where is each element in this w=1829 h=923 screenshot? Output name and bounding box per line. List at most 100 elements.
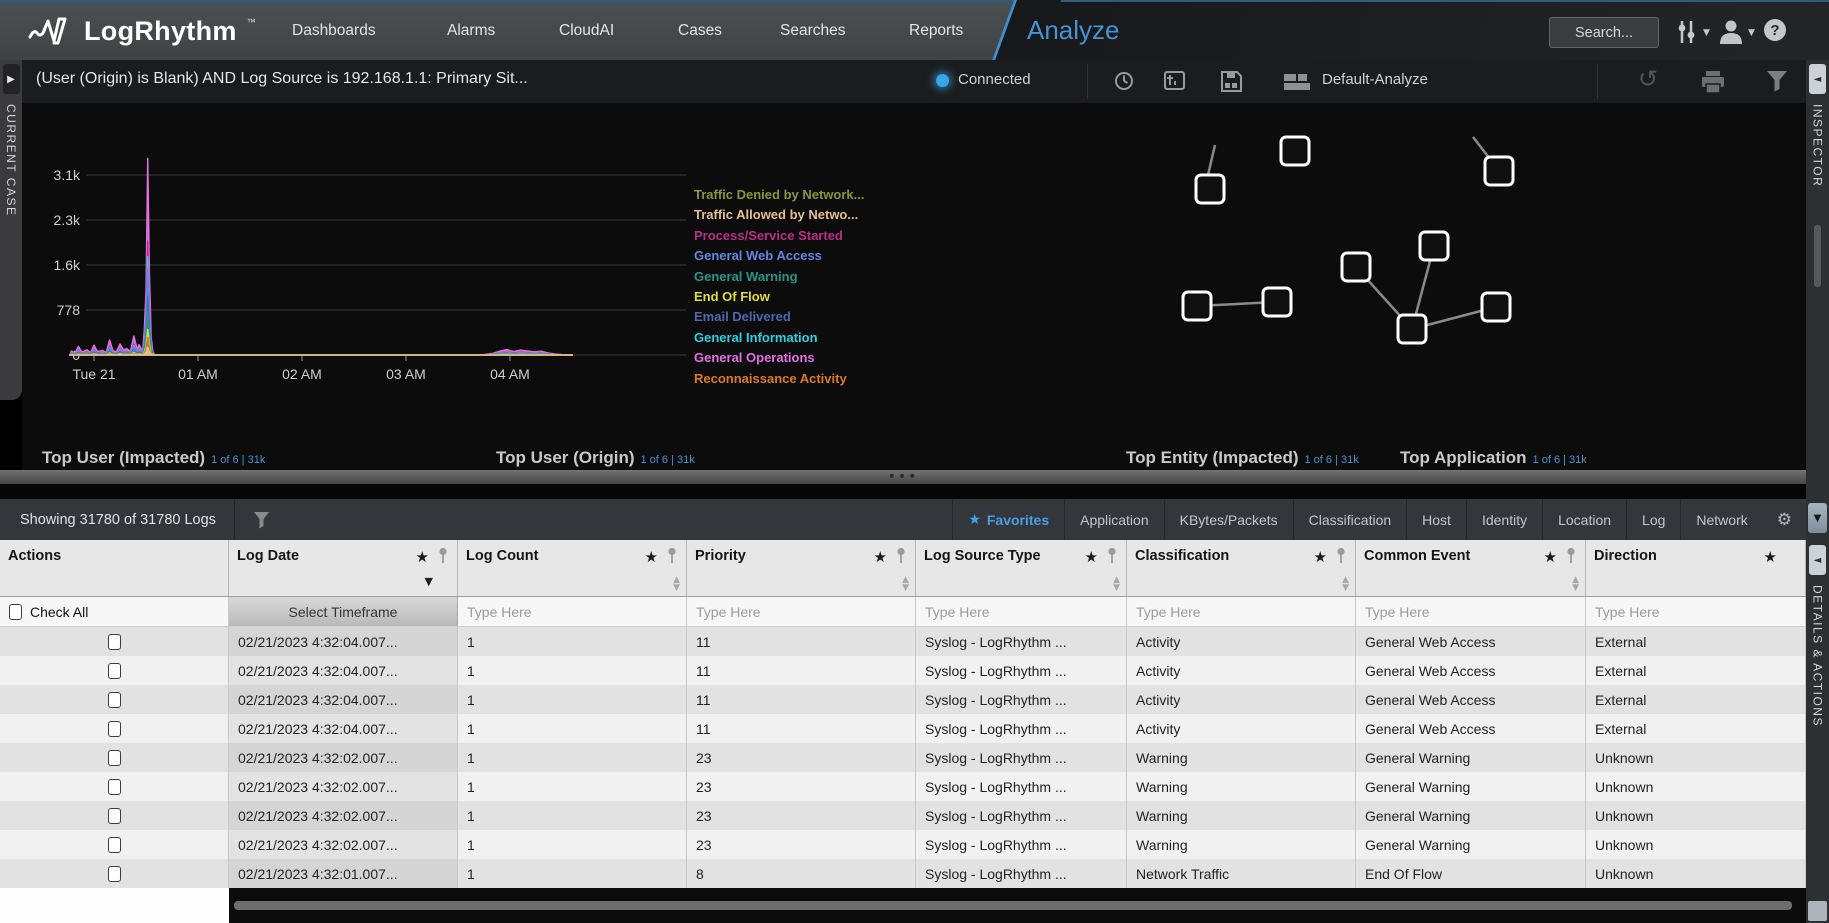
help-icon[interactable]: ? [1764,19,1786,41]
column-filter-input[interactable]: Type Here [458,597,687,626]
save-layout-icon[interactable] [1220,70,1243,98]
row-checkbox[interactable] [108,750,121,766]
nav-item-cloudai[interactable]: CloudAI [559,22,614,40]
time-range-icon[interactable] [1112,69,1136,98]
column-header-log-count[interactable]: Log Count★▲▼ [458,540,687,596]
row-checkbox[interactable] [108,692,121,708]
row-checkbox[interactable] [108,634,121,650]
log-row[interactable]: 02/21/2023 4:32:02.007...123Syslog - Log… [0,743,1806,772]
graph-node[interactable] [1398,315,1426,343]
query-title[interactable]: (User (Origin) is Blank) AND Log Source … [36,70,528,88]
filter-icon[interactable] [1766,70,1788,97]
column-filter-input[interactable]: Type Here [916,597,1127,626]
column-header-log-source-type[interactable]: Log Source Type★▲▼ [916,540,1127,596]
expand-details-button[interactable]: ◄ [1809,545,1826,575]
logrhythm-logo[interactable]: LogRhythm ™ [28,15,256,52]
log-row[interactable]: 02/21/2023 4:32:01.007...18Syslog - LogR… [0,859,1806,888]
column-pin-icon[interactable] [1107,547,1117,569]
filter-settings-icon[interactable] [1676,20,1698,49]
collapse-inspector-button[interactable]: ◄ [1809,64,1826,94]
inspector-label[interactable]: INSPECTOR [1811,104,1825,187]
inspector-scrollbar-thumb[interactable] [1814,225,1821,287]
sort-toggle-icon[interactable]: ▲▼ [902,576,909,592]
nav-item-alarms[interactable]: Alarms [447,22,495,40]
log-row[interactable]: 02/21/2023 4:32:04.007...111Syslog - Log… [0,714,1806,743]
sort-toggle-icon[interactable]: ▲▼ [673,576,680,592]
tab-analyze[interactable]: Analyze [1027,15,1120,46]
column-pin-icon[interactable] [667,547,677,569]
tab-identity[interactable]: Identity [1466,499,1542,540]
tab-favorites[interactable]: ★Favorites [952,499,1064,540]
nav-item-dashboards[interactable]: Dashboards [292,22,376,40]
logs-filter-icon[interactable] [253,511,270,529]
expand-current-case-button[interactable]: ▶ [3,64,20,94]
tab-classification[interactable]: Classification [1293,499,1406,540]
sort-toggle-icon[interactable]: ▲▼ [1572,576,1579,592]
print-icon[interactable] [1700,70,1726,99]
column-header-classification[interactable]: Classification★▲▼ [1127,540,1356,596]
tab-kbytes-packets[interactable]: KBytes/Packets [1164,499,1293,540]
sort-toggle-icon[interactable]: ▲▼ [1113,576,1120,592]
row-checkbox[interactable] [108,808,121,824]
graph-node[interactable] [1263,288,1291,316]
layout-icon[interactable] [1284,74,1312,90]
nav-item-reports[interactable]: Reports [909,22,963,40]
sort-desc-icon[interactable]: ▼ [425,573,433,591]
column-pin-icon[interactable] [1566,547,1576,569]
column-header-actions[interactable]: Actions [0,540,229,596]
column-favorite-star-icon[interactable]: ★ [1764,548,1777,566]
undo-icon[interactable]: ↺ [1638,68,1658,90]
row-checkbox[interactable] [108,779,121,795]
layout-name[interactable]: Default-Analyze [1322,71,1428,88]
column-filter-input[interactable]: Type Here [1127,597,1356,626]
tab-host[interactable]: Host [1406,499,1466,540]
log-row[interactable]: 02/21/2023 4:32:02.007...123Syslog - Log… [0,801,1806,830]
sort-toggle-icon[interactable]: ▲▼ [1342,576,1349,592]
column-favorite-star-icon[interactable]: ★ [1314,548,1327,566]
column-favorite-star-icon[interactable]: ★ [645,548,658,566]
log-row[interactable]: 02/21/2023 4:32:04.007...111Syslog - Log… [0,627,1806,656]
node-link-graph[interactable] [22,103,1806,470]
log-row[interactable]: 02/21/2023 4:32:04.007...111Syslog - Log… [0,656,1806,685]
graph-node[interactable] [1482,293,1510,321]
log-row[interactable]: 02/21/2023 4:32:04.007...111Syslog - Log… [0,685,1806,714]
row-checkbox[interactable] [108,721,121,737]
row-checkbox[interactable] [108,663,121,679]
nav-item-cases[interactable]: Cases [678,22,722,40]
tab-application[interactable]: Application [1064,499,1164,540]
add-widget-icon[interactable] [1162,70,1186,97]
check-all-checkbox[interactable] [9,604,22,620]
column-header-common-event[interactable]: Common Event★▲▼ [1356,540,1586,596]
graph-node[interactable] [1420,232,1448,260]
graph-node[interactable] [1342,253,1370,281]
log-row[interactable]: 02/21/2023 4:32:02.007...123Syslog - Log… [0,830,1806,859]
graph-node[interactable] [1281,137,1309,165]
column-header-log-date[interactable]: Log Date★▼ [229,540,458,596]
column-filter-input[interactable]: Type Here [687,597,916,626]
column-pin-icon[interactable] [1336,547,1346,569]
details-actions-label[interactable]: DETAILS & ACTIONS [1811,585,1825,727]
row-checkbox[interactable] [108,866,121,882]
tab-network[interactable]: Network [1680,499,1762,540]
graph-node[interactable] [1183,292,1211,320]
search-button[interactable]: Search... [1549,17,1659,48]
log-row[interactable]: 02/21/2023 4:32:02.007...123Syslog - Log… [0,772,1806,801]
column-filter-input[interactable]: Type Here [1356,597,1586,626]
panel-resize-handle[interactable]: ••• [0,470,1806,484]
user-profile-icon[interactable] [1718,18,1744,49]
column-favorite-star-icon[interactable]: ★ [1085,548,1098,566]
graph-node[interactable] [1196,175,1224,203]
horizontal-scrollbar-thumb[interactable] [234,901,1792,910]
select-timeframe-button[interactable]: Select Timeframe [229,597,458,626]
row-checkbox[interactable] [108,837,121,853]
grid-settings-gear-icon[interactable]: ⚙ [1763,510,1806,530]
graph-node[interactable] [1485,157,1513,185]
column-favorite-star-icon[interactable]: ★ [1544,548,1557,566]
column-header-priority[interactable]: Priority★▲▼ [687,540,916,596]
tab-location[interactable]: Location [1542,499,1626,540]
user-caret-icon[interactable]: ▼ [1748,28,1755,38]
column-filter-input[interactable]: Type Here [1586,597,1806,626]
column-header-direction[interactable]: Direction★ [1586,540,1806,596]
filter-settings-caret-icon[interactable]: ▼ [1703,28,1710,38]
column-favorite-star-icon[interactable]: ★ [416,548,429,566]
